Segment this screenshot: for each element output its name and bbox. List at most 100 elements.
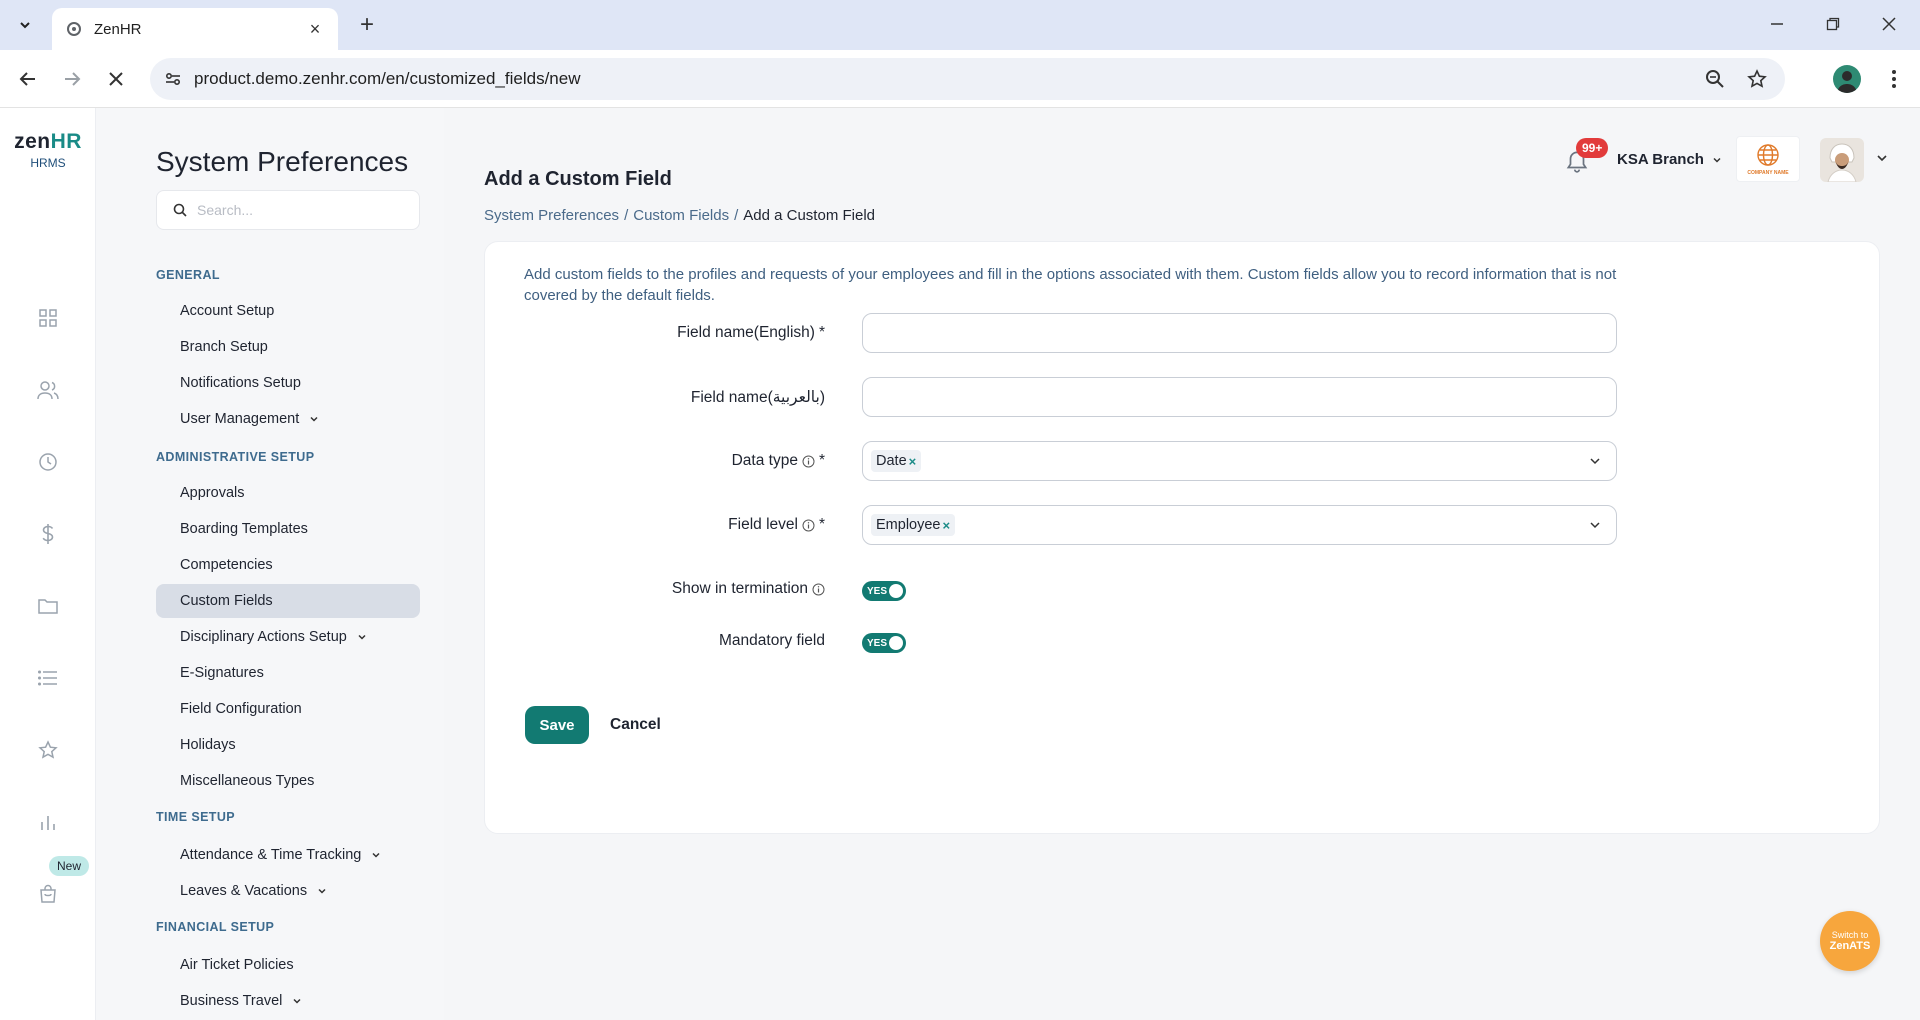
sidebar-item-label: Branch Setup [180,339,268,355]
required-mark: * [818,324,825,341]
data-type-select[interactable]: Date × [862,441,1617,481]
person-avatar-icon [1837,71,1857,93]
minimize-button[interactable] [1754,8,1800,40]
sidebar-item-miscellaneous-types[interactable]: Miscellaneous Types [156,764,420,798]
sidebar-item-air-ticket-policies[interactable]: Air Ticket Policies [156,948,420,982]
sidebar-item-leaves[interactable]: Leaves & Vacations [156,874,420,908]
label-text: Field name(English) [677,324,815,341]
stop-loading-button[interactable] [100,63,132,95]
sidebar-item-label: Business Travel [180,993,283,1009]
sidebar-item-disciplinary-actions[interactable]: Disciplinary Actions Setup [156,620,420,654]
branch-selector[interactable]: KSA Branch [1617,151,1722,168]
sidebar-item-e-signatures[interactable]: E-Signatures [156,656,420,690]
show-in-termination-label: Show in termination [672,580,825,598]
browser-tab[interactable]: ZenHR × [52,8,338,50]
sidebar-item-approvals[interactable]: Approvals [156,476,420,510]
breadcrumb-custom-fields[interactable]: Custom Fields [633,207,729,224]
nav-people[interactable] [34,376,62,404]
section-general: GENERAL [156,268,220,282]
zenats-line1: Switch to [1831,930,1869,940]
restore-icon [1826,17,1840,31]
chevron-down-icon[interactable] [1876,152,1888,164]
info-icon[interactable] [802,519,815,532]
save-button[interactable]: Save [525,706,589,744]
bag-icon [40,884,56,903]
list-icon [38,670,57,686]
toggle-knob [889,636,903,650]
breadcrumb-system-preferences[interactable]: System Preferences [484,207,619,224]
close-window-button[interactable] [1866,8,1912,40]
forward-button[interactable] [56,63,88,95]
user-avatar[interactable] [1820,138,1864,182]
toggle-yes-text: YES [867,637,888,649]
field-level-select[interactable]: Employee × [862,505,1617,545]
back-button[interactable] [12,63,44,95]
custom-field-form-card: Add custom fields to the profiles and re… [484,241,1880,834]
chip-remove-icon[interactable]: × [942,518,950,533]
sidebar-item-boarding-templates[interactable]: Boarding Templates [156,512,420,546]
nav-reports[interactable] [34,808,62,836]
branch-name: KSA Branch [1617,151,1704,168]
browser-menu-button[interactable] [1880,65,1908,93]
cancel-button[interactable]: Cancel [610,706,661,744]
sidebar-item-branch-setup[interactable]: Branch Setup [156,330,420,364]
sidebar-item-label: Leaves & Vacations [180,883,308,899]
search-icon [173,203,187,217]
company-logo: COMPANY NAME [1736,136,1800,182]
more-vertical-icon [1892,70,1896,88]
sidebar-item-competencies[interactable]: Competencies [156,548,420,582]
sidebar-item-label: User Management [180,411,300,427]
sidebar-search[interactable] [156,190,420,230]
main-content: 99+ KSA Branch COMPANY NAME Add a Custom… [444,108,1920,1020]
zoom-button[interactable] [1701,65,1729,93]
switch-to-zenats-button[interactable]: Switch to ZenATS [1820,911,1880,971]
sidebar-item-user-management[interactable]: User Management [156,402,420,436]
chevron-down-icon [371,850,381,860]
zenhr-logo[interactable]: zenHR HRMS [12,130,84,170]
sidebar-item-label: Account Setup [180,303,275,319]
restore-button[interactable] [1810,8,1856,40]
chip-remove-icon[interactable]: × [909,454,917,469]
nav-requests[interactable] [34,664,62,692]
chevron-down-icon [1590,522,1600,529]
nav-payroll[interactable] [34,520,62,548]
sidebar-item-holidays[interactable]: Holidays [156,728,420,762]
tab-close-icon[interactable]: × [306,19,324,39]
browser-profile-avatar[interactable] [1833,65,1861,93]
chevron-down-icon [309,414,319,424]
address-bar[interactable]: product.demo.zenhr.com/en/customized_fie… [150,58,1785,100]
sidebar-item-attendance[interactable]: Attendance & Time Tracking [156,838,420,872]
sidebar-item-field-configuration[interactable]: Field Configuration [156,692,420,726]
company-name-text: COMPANY NAME [1747,170,1789,176]
chip-label: Date [876,453,907,469]
field-name-english-input[interactable] [863,314,1616,352]
sidebar-item-notifications-setup[interactable]: Notifications Setup [156,366,420,400]
chart-icon [41,816,55,830]
show-in-termination-toggle[interactable]: YES [862,581,906,601]
info-icon[interactable] [802,455,815,468]
folder-icon [38,599,58,614]
tab-list-button[interactable] [10,10,40,40]
sidebar-item-label: Competencies [180,557,273,573]
sidebar-item-custom-fields[interactable]: Custom Fields [156,584,420,618]
sidebar-item-label: Boarding Templates [180,521,308,537]
info-icon[interactable] [812,583,825,596]
bookmark-button[interactable] [1743,65,1771,93]
nav-store[interactable] [34,880,62,908]
nav-documents[interactable] [34,592,62,620]
label-text: Mandatory field [719,632,825,649]
breadcrumb-current: Add a Custom Field [743,207,875,224]
new-tab-button[interactable]: + [352,10,382,40]
field-name-arabic-input[interactable] [863,378,1616,416]
sidebar-item-account-setup[interactable]: Account Setup [156,294,420,328]
sidebar-search-input[interactable] [197,202,397,218]
nav-time[interactable] [34,448,62,476]
section-financial-setup: FINANCIAL SETUP [156,920,275,934]
dashboard-icon [39,309,57,327]
sidebar-item-business-travel[interactable]: Business Travel [156,984,420,1018]
field-name-english-input-wrap [862,313,1617,353]
nav-performance[interactable] [34,736,62,764]
nav-dashboard[interactable] [34,304,62,332]
field-level-chip: Employee × [871,514,956,536]
mandatory-field-toggle[interactable]: YES [862,633,906,653]
